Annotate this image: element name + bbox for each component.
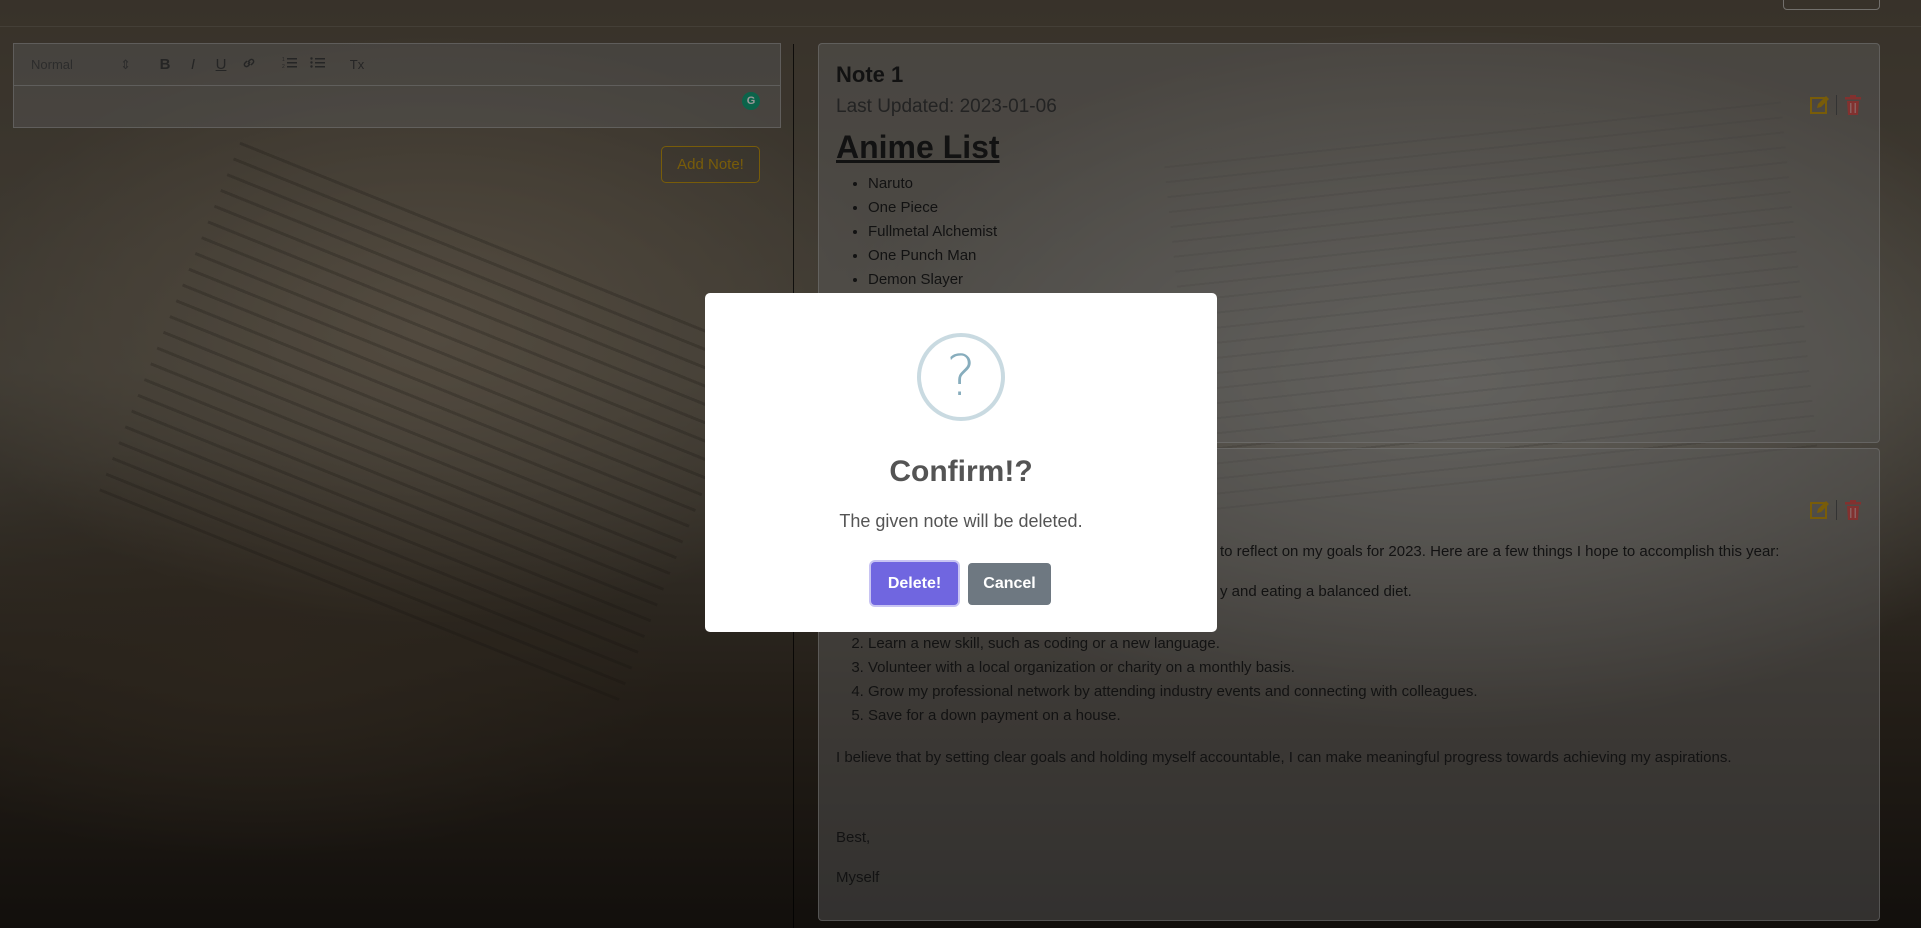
cancel-button[interactable]: Cancel [968,563,1051,605]
dialog-message: The given note will be deleted. [839,511,1083,531]
confirm-delete-button[interactable]: Delete! [871,562,958,605]
confirm-dialog: ? Confirm!? The given note will be delet… [705,293,1217,632]
dialog-title: Confirm!? [889,455,1033,488]
question-icon: ? [917,333,1005,421]
